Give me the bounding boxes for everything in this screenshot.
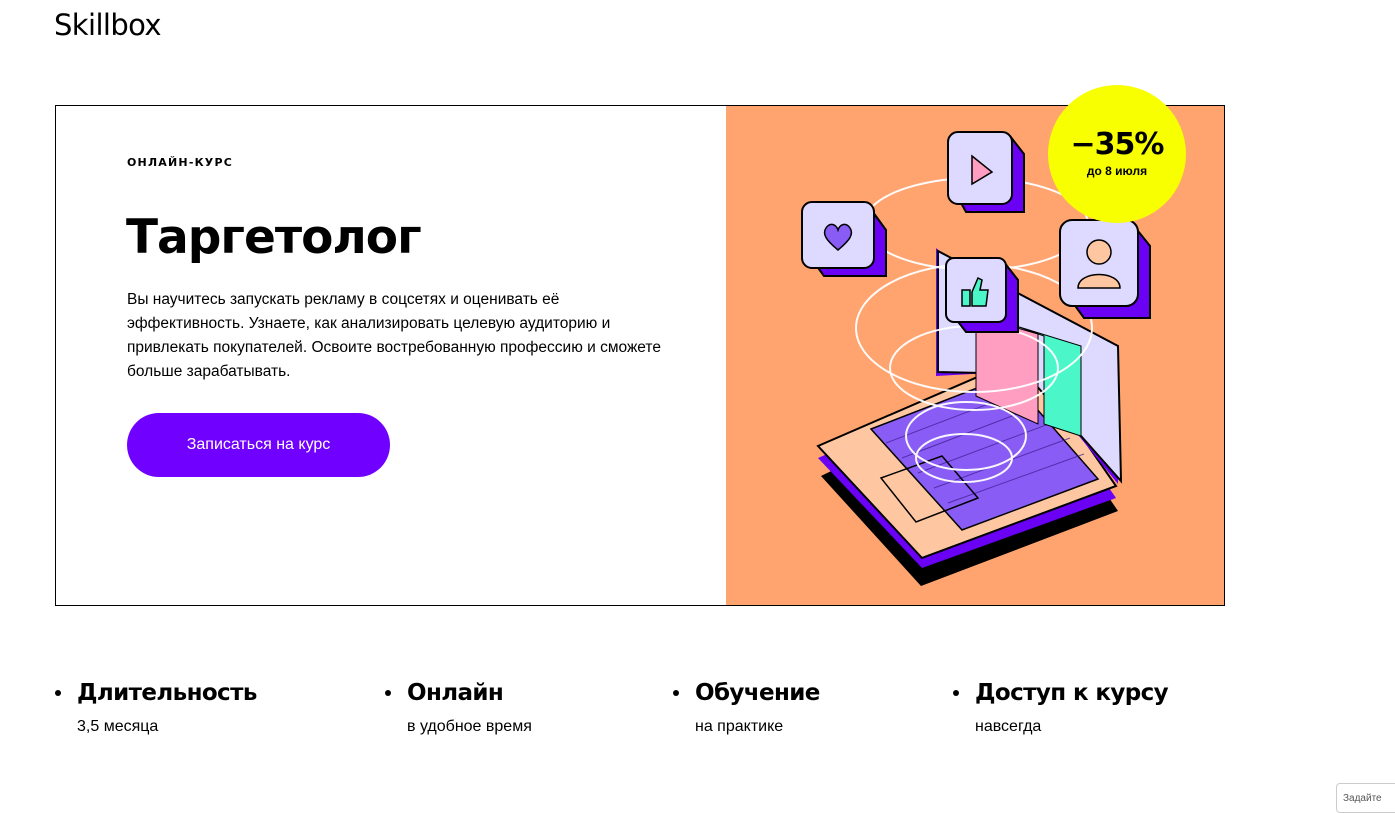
feature-subtitle: навсегда (975, 718, 1042, 735)
thumbs-up-icon (945, 257, 1019, 333)
feature-item: Доступ к курсу навсегда (953, 680, 1169, 736)
hero-info: ОНЛАЙН-КУРС Таргетолог Вы научитесь запу… (56, 106, 726, 605)
feature-item: Длительность 3,5 месяца (55, 680, 257, 736)
bullet-icon (55, 690, 61, 696)
heart-icon (801, 201, 887, 277)
course-description: Вы научитесь запускать рекламу в соцсетя… (127, 291, 661, 380)
course-hero: ОНЛАЙН-КУРС Таргетолог Вы научитесь запу… (55, 85, 1225, 606)
user-icon (1059, 219, 1151, 319)
feature-subtitle: в удобное время (407, 718, 532, 735)
feature-title: Онлайн (407, 680, 504, 706)
discount-badge: −35% до 8 июля (1048, 85, 1186, 223)
discount-value: −35% (1070, 127, 1165, 162)
course-features: Длительность 3,5 месяца Онлайн в удобное… (0, 680, 1395, 760)
discount-deadline: до 8 июля (1086, 164, 1148, 178)
bullet-icon (673, 690, 679, 696)
feature-title: Длительность (77, 680, 257, 706)
bullet-icon (953, 690, 959, 696)
feature-subtitle: на практике (695, 718, 784, 735)
course-title: Таргетолог (126, 210, 422, 265)
ask-question-button[interactable]: Задайте (1336, 783, 1395, 813)
enroll-button[interactable]: Записаться на курс (127, 413, 390, 477)
feature-item: Обучение на практике (673, 680, 820, 736)
feature-item: Онлайн в удобное время (385, 680, 532, 736)
feature-title: Доступ к курсу (975, 680, 1169, 706)
bullet-icon (385, 690, 391, 696)
feature-title: Обучение (695, 680, 820, 706)
skillbox-logo[interactable]: Skillbox (54, 8, 162, 42)
course-type-label: ОНЛАЙН-КУРС (127, 156, 233, 169)
feature-subtitle: 3,5 месяца (77, 718, 159, 735)
play-icon (947, 131, 1025, 213)
